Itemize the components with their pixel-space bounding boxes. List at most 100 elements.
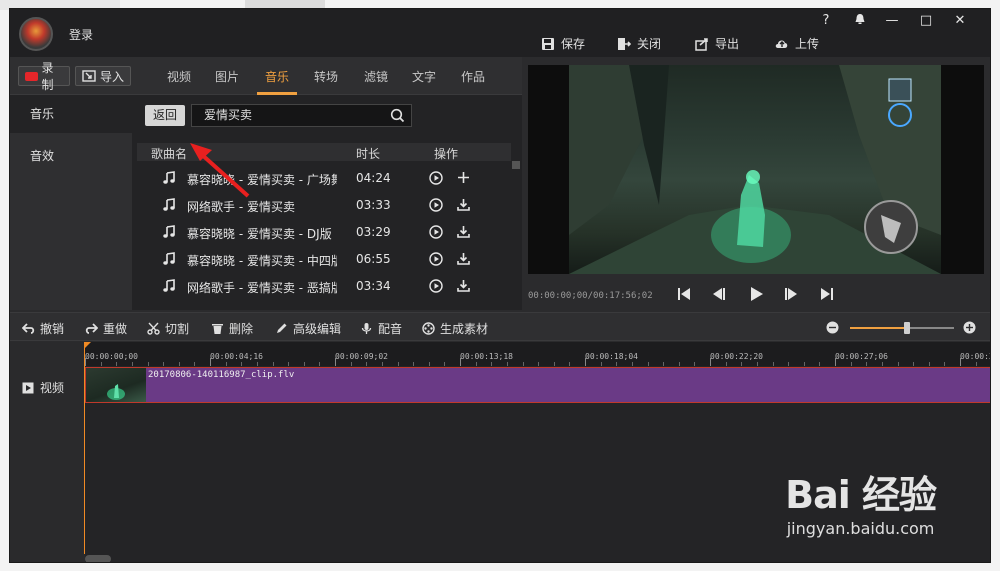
sidebar-item-music[interactable]: 音乐: [10, 95, 132, 133]
playhead[interactable]: [84, 342, 85, 554]
song-row[interactable]: 网络歌手 - 爱情买卖 - 恶搞版 03:34: [137, 273, 511, 300]
video-track-name: 视频: [40, 381, 65, 395]
import-button[interactable]: 导入: [75, 66, 131, 86]
download-icon[interactable]: [456, 197, 471, 212]
song-duration: 06:55: [356, 252, 391, 266]
save-button[interactable]: 保存: [541, 35, 585, 52]
song-row[interactable]: 慕容晓晓 - 爱情买卖 - 广场舞 04:24: [137, 165, 511, 192]
ruler-tick: [788, 362, 790, 366]
play-circle-icon[interactable]: [429, 279, 443, 293]
download-icon[interactable]: [456, 251, 471, 266]
ruler-tick: [944, 362, 946, 366]
ruler-tick: [475, 362, 477, 366]
ruler-tick: [335, 358, 336, 366]
play-circle-icon[interactable]: [429, 171, 443, 185]
ruler-tick: [553, 362, 555, 366]
video-preview: [528, 65, 984, 274]
song-duration: 03:33: [356, 198, 391, 212]
time-ruler[interactable]: 00:00:00;00 00:00:04;16 00:00:09;02 00:0…: [85, 342, 990, 366]
ruler-tick: [85, 358, 86, 366]
export-icon: [695, 37, 708, 51]
upload-button[interactable]: 上传: [775, 35, 819, 52]
skin-icon[interactable]: [850, 13, 870, 29]
media-tab-row: 录制 导入 视频 图片 音乐 转场 滤镜 文字 作品: [10, 57, 522, 95]
ruler-tick: [506, 362, 508, 366]
generate-material-button[interactable]: 生成素材: [422, 320, 488, 337]
ruler-tick: [569, 362, 571, 366]
ruler-tick: [241, 362, 243, 366]
cut-button[interactable]: 切割: [147, 320, 189, 337]
help-button[interactable]: ?: [816, 13, 836, 28]
list-scrollbar[interactable]: [512, 161, 520, 169]
play-circle-icon[interactable]: [429, 252, 443, 266]
close-window-button[interactable]: ✕: [950, 13, 970, 28]
back-button[interactable]: 返回: [145, 105, 185, 126]
baidu-watermark: Bai 经验 jingyan.baidu.com: [785, 464, 937, 538]
maximize-button[interactable]: □: [916, 13, 936, 28]
delete-label: 删除: [229, 322, 254, 336]
play-circle-icon[interactable]: [429, 198, 443, 212]
record-button[interactable]: 录制: [18, 61, 70, 92]
search-icon[interactable]: [390, 108, 405, 123]
ruler-tick: [178, 362, 180, 366]
tab-text[interactable]: 文字: [412, 68, 436, 85]
tick-label: 00:00:09;02: [335, 352, 388, 361]
undo-button[interactable]: 撤销: [22, 320, 64, 337]
download-icon[interactable]: [456, 278, 471, 293]
tick-label: 00:00:04;16: [210, 352, 263, 361]
export-button[interactable]: 导出: [695, 35, 739, 52]
download-icon[interactable]: [456, 224, 471, 239]
tab-filter[interactable]: 滤镜: [364, 68, 388, 85]
tab-works[interactable]: 作品: [461, 68, 485, 85]
avatar[interactable]: [19, 17, 53, 51]
ruler-tick: [928, 362, 930, 366]
skip-to-start-icon[interactable]: [675, 285, 693, 303]
upload-icon: [775, 39, 788, 48]
add-icon[interactable]: [456, 170, 471, 185]
previous-frame-icon[interactable]: [710, 285, 728, 303]
ruler-tick: [616, 362, 618, 366]
login-link[interactable]: 登录: [69, 26, 93, 43]
ruler-tick: [663, 362, 665, 366]
ruler-tick: [803, 362, 805, 366]
advanced-edit-button[interactable]: 高级编辑: [275, 320, 341, 337]
zoom-slider[interactable]: [850, 322, 954, 334]
zoom-slider-thumb[interactable]: [904, 322, 910, 334]
song-row[interactable]: 网络歌手 - 爱情买卖 03:33: [137, 192, 511, 219]
tick-label: 00:00:13;18: [460, 352, 513, 361]
tab-video[interactable]: 视频: [167, 68, 191, 85]
ruler-tick: [772, 362, 774, 366]
video-clip[interactable]: 20170806-140116987_clip.flv: [85, 367, 990, 403]
tab-image[interactable]: 图片: [215, 68, 239, 85]
music-note-icon: [163, 171, 175, 184]
dub-button[interactable]: 配音: [360, 320, 402, 337]
ruler-tick: [444, 362, 446, 366]
play-icon[interactable]: [747, 285, 765, 303]
playhead-handle[interactable]: [84, 342, 91, 349]
video-track-label: 视频: [22, 379, 64, 396]
search-input[interactable]: 爱情买卖: [191, 104, 412, 127]
timeline-scrollbar[interactable]: [85, 555, 111, 562]
tab-transition[interactable]: 转场: [314, 68, 338, 85]
cut-label: 切割: [165, 322, 190, 336]
delete-button[interactable]: 删除: [211, 320, 253, 337]
redo-button[interactable]: 重做: [85, 320, 127, 337]
microphone-icon: [361, 323, 372, 334]
zoom-out-icon[interactable]: [826, 321, 839, 334]
zoom-in-icon[interactable]: [963, 321, 976, 334]
play-circle-icon[interactable]: [429, 225, 443, 239]
tab-music[interactable]: 音乐: [265, 68, 289, 85]
next-frame-icon[interactable]: [782, 285, 800, 303]
close-project-button[interactable]: 关闭: [617, 35, 661, 52]
song-name: 慕容晓晓 - 爱情买卖 - 中四版: [187, 254, 337, 268]
video-frame[interactable]: [569, 65, 941, 274]
song-row[interactable]: 慕容晓晓 - 爱情买卖 - 中四版 06:55: [137, 246, 511, 273]
song-row[interactable]: 慕容晓晓 - 爱情买卖 - DJ版 03:29: [137, 219, 511, 246]
skip-to-end-icon[interactable]: [818, 285, 836, 303]
sidebar-item-sound-effect[interactable]: 音效: [10, 137, 132, 175]
music-sidebar: 音乐 音效: [10, 95, 132, 310]
minimize-button[interactable]: —: [882, 13, 902, 28]
search-value: 爱情买卖: [204, 108, 253, 122]
ruler-tick: [272, 362, 274, 366]
ruler-tick: [866, 362, 868, 366]
